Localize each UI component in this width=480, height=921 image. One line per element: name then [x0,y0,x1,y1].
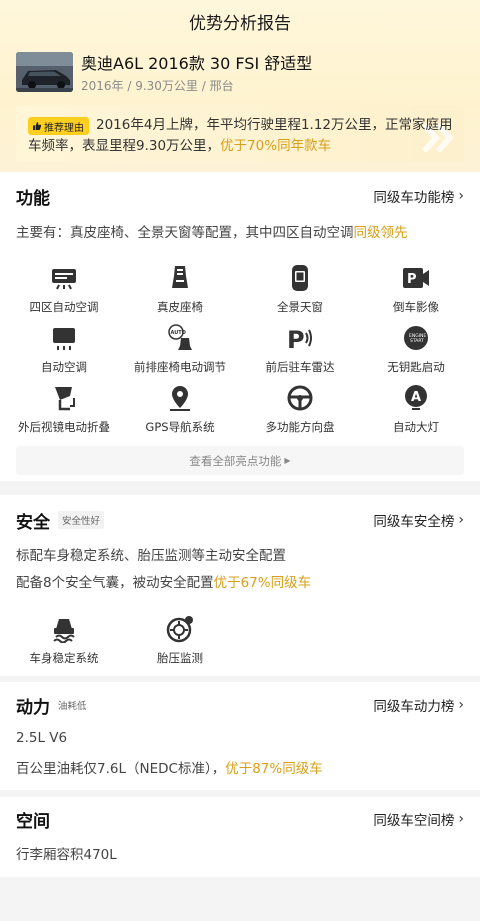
safety-highlight: 优于67%同级车 [213,575,312,591]
safety-rank-link[interactable]: 同级车安全榜 › [373,510,464,530]
feature-label: 前后驻车雷达 [265,360,335,374]
gps-icon [170,386,190,411]
feature-item[interactable]: GPS导航系统 [120,384,240,435]
function-rank-link[interactable]: 同级车功能榜 › [373,186,464,206]
svg-text:P: P [287,326,305,352]
recommend-reason-box: 2016年4月上牌，年平均行驶里程1.12万公里，正常家庭用车频率，表显里程9.… [16,105,464,162]
auto-ac-icon [53,328,75,350]
seat-adjust-icon: AUTO [168,324,192,350]
tire-icon [166,616,193,643]
car-subtitle: 2016年 / 9.30万公里 / 邢台 [81,79,234,93]
seat-icon [172,266,188,288]
feature-label: 全景天窗 [277,300,323,314]
feature-item[interactable]: ENGINE START 无钥匙启动 [356,324,476,375]
feature-label: 多功能方向盘 [265,420,335,434]
car-name: 奥迪A6L 2016款 30 FSI 舒适型 [81,54,313,73]
chevron-right-icon: › [458,512,464,528]
feature-item[interactable]: P 倒车影像 [356,264,476,315]
header-section: 优势分析报告 奥迪A6L 2016款 30 FSI 舒适型 2016年 / 9.… [0,0,480,172]
keyless-icon: ENGINESTART [404,326,428,350]
feature-label: 外后视镜电动折叠 [18,420,110,434]
feature-label: GPS导航系统 [145,420,215,434]
mirror-icon [55,387,75,411]
safety-title: 安全 [16,512,50,533]
page-title: 优势分析报告 [189,14,291,34]
feature-item[interactable]: 自动空调 [4,324,124,375]
power-card: 动力 油耗低 同级车动力榜 › 2.5L V6 百公里油耗仅7.6L（NEDC标… [0,682,480,790]
function-summary-highlight: 同级领先 [353,225,408,241]
reason-highlight: 优于70%同年款车 [220,138,332,154]
feature-item[interactable]: 外后视镜电动折叠 [4,384,124,435]
function-rank-label: 同级车功能榜 [373,190,455,206]
feature-label: 倒车影像 [393,300,439,314]
chevron-right-icon: › [458,188,464,204]
sunroof-icon [292,265,308,291]
svg-text:START: START [410,338,424,344]
feature-label: 车身稳定系统 [29,651,99,665]
chevron-right-icon: › [458,697,464,713]
headlight-icon: A [405,385,427,410]
caret-right-icon: ▶ [284,456,291,465]
feature-label: 自动空调 [41,360,87,374]
svg-text:P: P [407,272,417,287]
feature-item[interactable]: 四区自动空调 [4,264,124,315]
function-summary: 主要有：真皮座椅、全景天窗等配置，其中四区自动空调同级领先 [16,225,408,241]
safety-rank-label: 同级车安全榜 [373,514,455,530]
feature-label: 无钥匙启动 [387,360,445,374]
view-all-features-button[interactable]: 查看全部亮点功能 ▶ [16,446,464,475]
camera-icon: P [403,268,429,288]
feature-item[interactable]: 车身稳定系统 [4,615,124,666]
feature-item[interactable]: A 自动大灯 [356,384,476,435]
ac-icon [52,269,76,290]
feature-item[interactable]: 胎压监测 [120,615,240,666]
safety-tag: 安全性好 [58,511,105,529]
space-card: 空间 同级车空间榜 › 行李厢容积470L [0,797,480,877]
recommend-badge: 推荐理由 [28,117,89,135]
feature-label: 前排座椅电动调节 [134,360,226,374]
recommend-reason-text: 2016年4月上牌，年平均行驶里程1.12万公里，正常家庭用车频率，表显里程9.… [28,117,453,154]
feature-label: 胎压监测 [157,651,203,665]
chevron-right-icon: › [458,811,464,827]
power-rank-link[interactable]: 同级车动力榜 › [373,695,464,715]
view-all-label: 查看全部亮点功能 [189,453,282,468]
function-title: 功能 [16,188,50,209]
space-rank-link[interactable]: 同级车空间榜 › [373,809,464,829]
function-card: 功能 同级车功能榜 › 主要有：真皮座椅、全景天窗等配置，其中四区自动空调同级领… [0,172,480,481]
feature-label: 四区自动空调 [29,300,99,314]
feature-item[interactable]: P 前后驻车雷达 [240,324,360,375]
safety-line-2: 配备8个安全气囊，被动安全配置优于67%同级车 [16,575,312,591]
svg-text:AUTO: AUTO [171,330,186,336]
power-title: 动力 [16,697,50,718]
power-tag: 油耗低 [58,701,87,712]
feature-item[interactable]: AUTO 前排座椅电动调节 [120,324,240,375]
feature-item[interactable]: 真皮座椅 [120,264,240,315]
feature-label: 自动大灯 [393,420,439,434]
steering-icon [287,385,313,411]
feature-label: 真皮座椅 [157,300,203,314]
power-line-1: 2.5L V6 [16,730,68,746]
power-line-2: 百公里油耗仅7.6L（NEDC标准），优于87%同级车 [16,761,323,777]
power-rank-label: 同级车动力榜 [373,699,455,715]
recommend-badge-label: 推荐理由 [44,122,84,134]
radar-icon: P [287,326,312,352]
space-title: 空间 [16,811,50,832]
safety-card: 安全 安全性好 同级车安全榜 › 标配车身稳定系统、胎压监测等主动安全配置 配备… [0,495,480,676]
feature-item[interactable]: 多功能方向盘 [240,384,360,435]
svg-text:A: A [411,390,421,405]
esp-icon [53,619,75,643]
power-highlight: 优于87%同级车 [225,761,323,777]
feature-item[interactable]: 全景天窗 [240,264,360,315]
space-rank-label: 同级车空间榜 [373,813,455,829]
space-line-1: 行李厢容积470L [16,847,117,863]
thumb-up-icon [33,122,42,130]
safety-line-1: 标配车身稳定系统、胎压监测等主动安全配置 [16,548,286,564]
car-thumbnail[interactable] [16,52,73,92]
